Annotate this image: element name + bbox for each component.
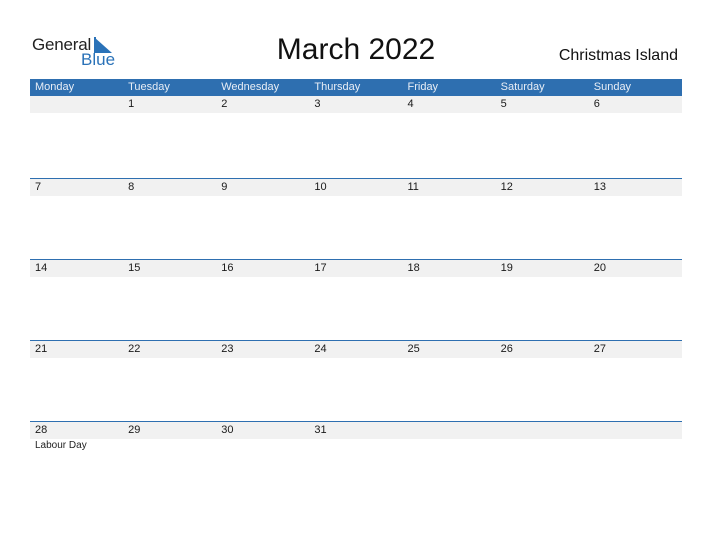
weekday-header-sunday: Sunday [593,81,632,93]
week-row: 14 15 16 17 18 19 20 [30,259,682,340]
day-number: 25 [407,343,420,355]
week-row: 28 29 30 31 Labour Day [30,421,682,502]
week-date-strip: 7 8 9 10 11 12 13 [30,178,682,196]
day-number: 16 [221,262,234,274]
day-number: 13 [593,181,606,193]
day-number: 14 [35,262,48,274]
week-row: 21 22 23 24 25 26 27 [30,340,682,421]
day-number: 30 [221,424,234,436]
weekday-header-monday: Monday [35,81,75,93]
day-number: 15 [128,262,141,274]
day-number: 23 [221,343,234,355]
weekday-header-saturday: Saturday [500,81,545,93]
day-number: 10 [314,181,327,193]
weekday-header-thursday: Thursday [314,81,361,93]
event-slot [123,439,216,453]
day-number: 26 [500,343,513,355]
day-number: 29 [128,424,141,436]
day-number: 4 [407,98,414,110]
day-number [403,422,496,439]
day-number: 11 [407,181,419,193]
day-number: 17 [314,262,327,274]
day-number: 9 [221,181,228,193]
day-number: 8 [128,181,135,193]
holiday-label: Labour Day [35,440,87,451]
day-number: 24 [314,343,327,355]
day-number: 31 [314,424,327,436]
day-number: 22 [128,343,141,355]
week-row: 7 8 9 10 11 12 13 [30,178,682,259]
day-number: 2 [221,98,228,110]
weekday-header-tuesday: Tuesday [128,81,170,93]
week-row: 1 2 3 4 5 6 [30,96,682,178]
event-slot [216,439,309,453]
weeks-container: 1 2 3 4 5 6 7 8 9 10 11 12 13 14 15 16 17 18 19 20 21 22 23 24 2… [30,96,682,502]
weekday-header-wednesday: Wednesday [221,81,280,93]
weekday-header-row: Monday Tuesday Wednesday Thursday Friday… [30,79,682,96]
day-number: 28 [35,424,48,436]
day-number: 6 [593,98,600,110]
day-number: 21 [35,343,48,355]
event-slot [496,439,589,453]
day-number [30,96,123,113]
day-number: 1 [128,98,135,110]
week-date-strip: 14 15 16 17 18 19 20 [30,259,682,277]
weekday-header-friday: Friday [407,81,439,93]
event-slot [589,439,682,453]
day-number: 5 [500,98,507,110]
day-number: 27 [593,343,606,355]
week-date-strip: 1 2 3 4 5 6 [30,96,682,113]
day-number: 12 [500,181,513,193]
event-slot [309,439,402,453]
day-number: 7 [35,181,42,193]
day-number: 20 [593,262,606,274]
day-number: 3 [314,98,321,110]
week-date-strip: 28 29 30 31 [30,421,682,439]
week-events: Labour Day [30,439,682,453]
event-slot [403,439,496,453]
day-number: 19 [500,262,513,274]
calendar-grid: Monday Tuesday Wednesday Thursday Friday… [30,79,682,502]
day-number [496,422,589,439]
region-label: Christmas Island [558,47,678,64]
day-number: 18 [407,262,420,274]
week-date-strip: 21 22 23 24 25 26 27 [30,340,682,358]
day-number [589,422,682,439]
